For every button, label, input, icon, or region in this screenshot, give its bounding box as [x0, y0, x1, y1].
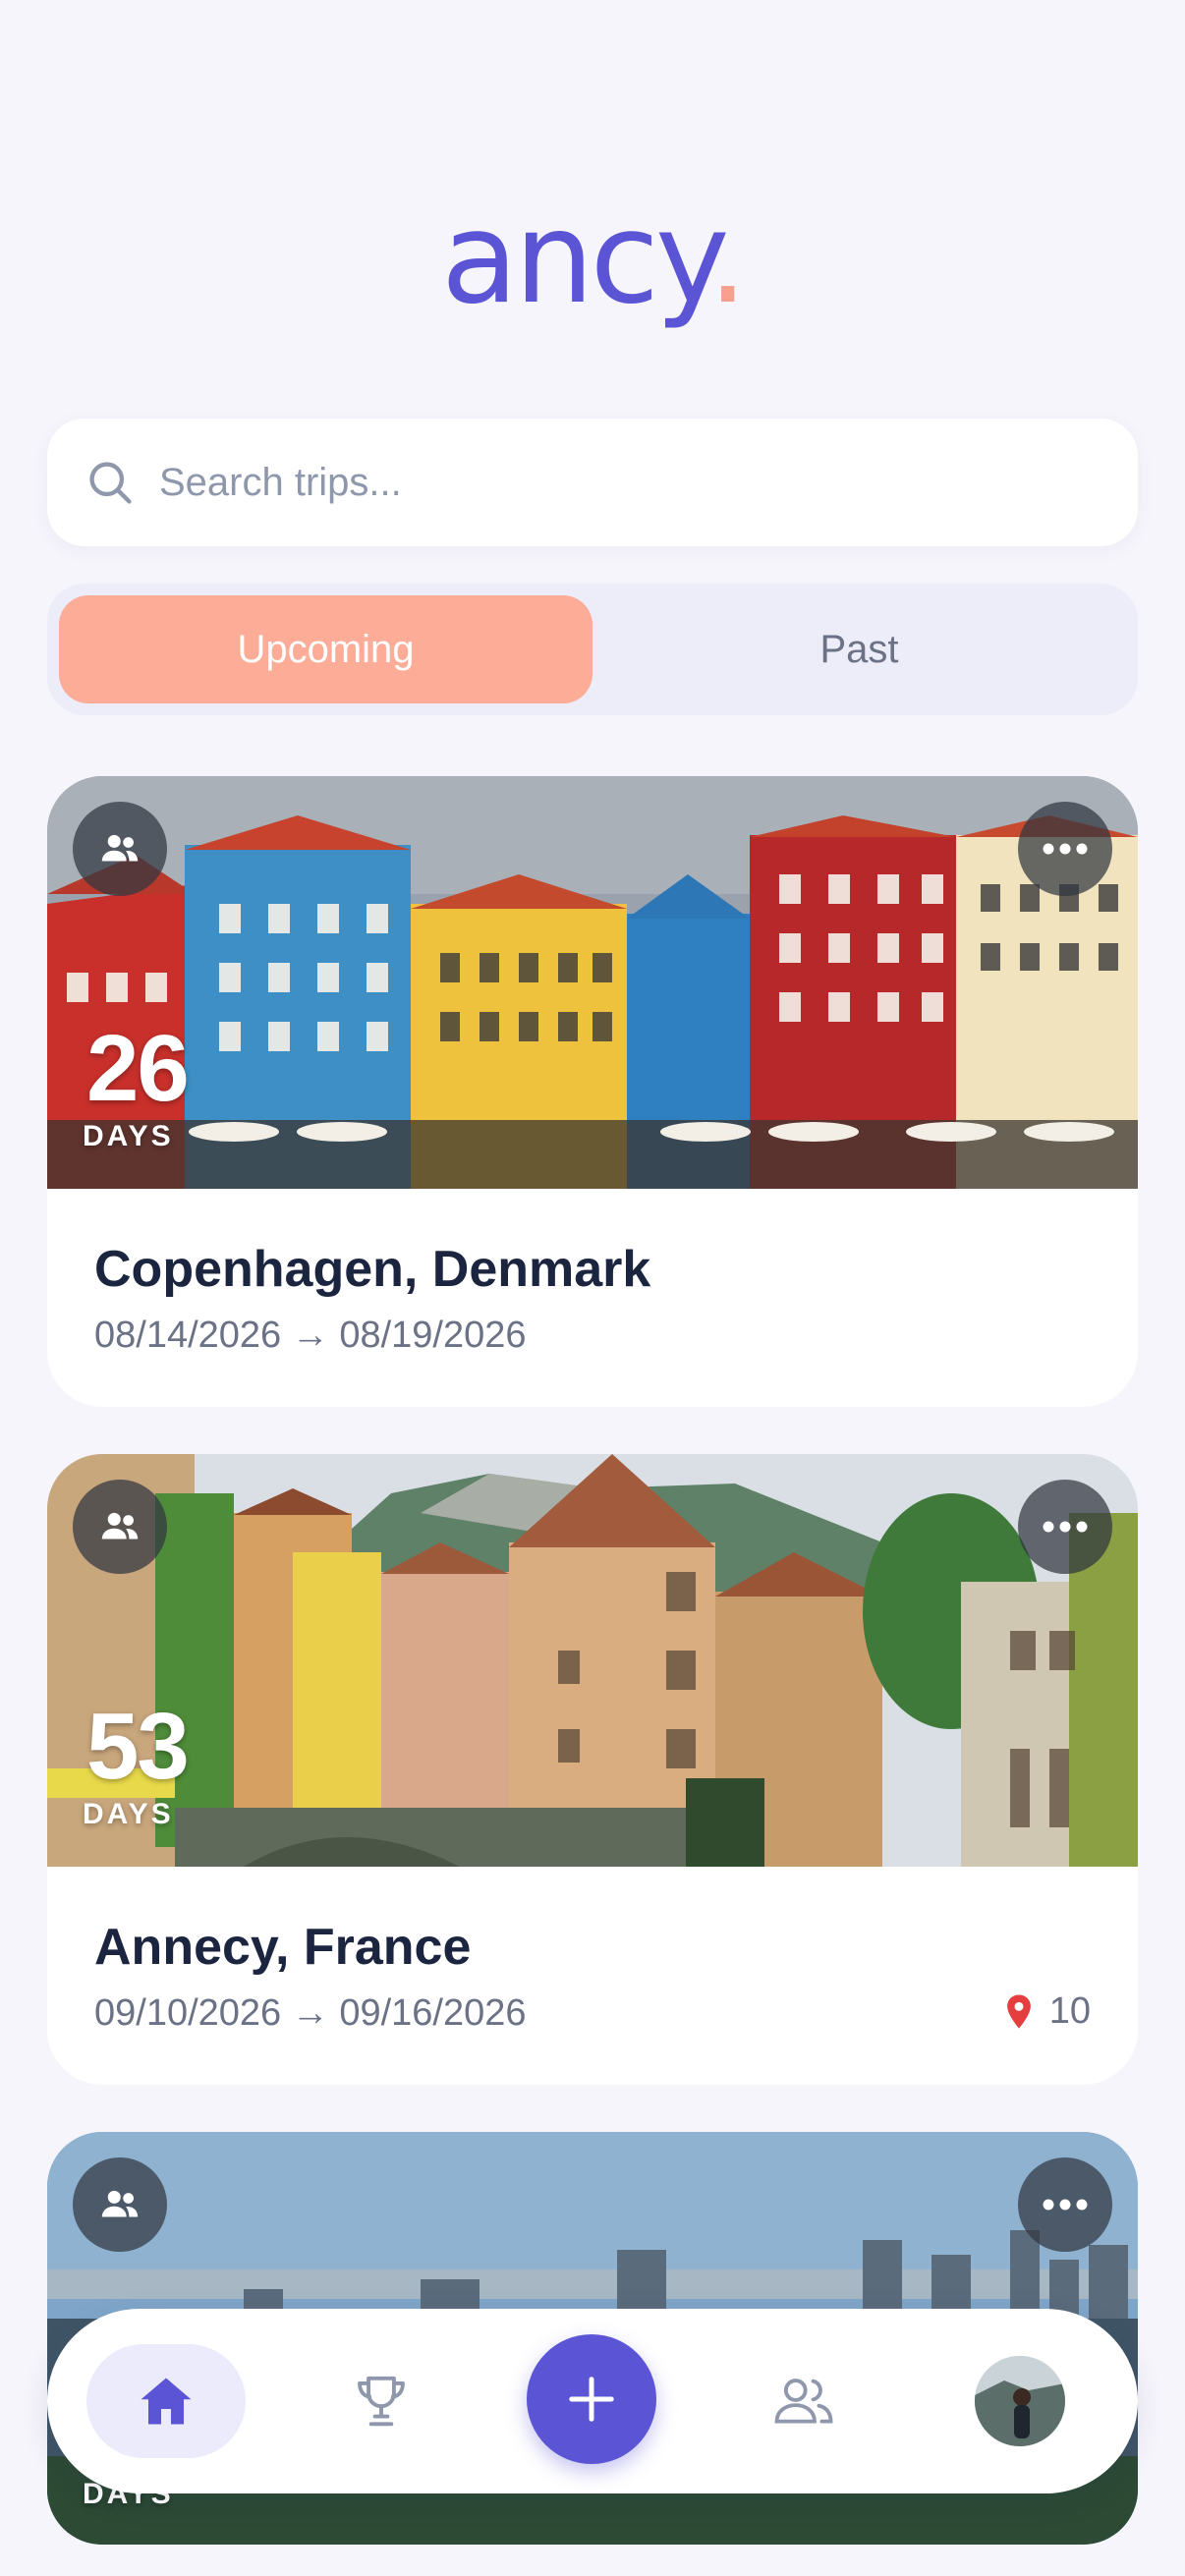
- map-pin-icon: [1006, 1994, 1031, 2029]
- trip-details: Annecy, France 09/10/2026 → 09/16/2026 1…: [47, 1867, 1138, 2085]
- group-button[interactable]: [73, 1480, 167, 1574]
- trip-dates: 08/14/2026 → 08/19/2026: [94, 1315, 527, 1357]
- add-trip-button[interactable]: [527, 2334, 656, 2464]
- trip-card-copenhagen[interactable]: 26 DAYS Copenhagen, Denmark 08/14/2026 →…: [47, 776, 1138, 1407]
- places-count-value: 10: [1048, 1990, 1091, 2032]
- nav-home[interactable]: [86, 2344, 246, 2458]
- nav-profile-avatar[interactable]: [975, 2356, 1065, 2446]
- app-logo: ancy.: [0, 196, 1185, 322]
- search-bar[interactable]: [47, 419, 1138, 546]
- nav-friends[interactable]: [755, 2352, 853, 2450]
- home-icon: [141, 2378, 192, 2425]
- trip-photo: 53 DAYS: [47, 1454, 1138, 1867]
- trip-end-date: 08/19/2026: [339, 1315, 527, 1356]
- places-count: 10: [1004, 1990, 1091, 2033]
- nav-achievements[interactable]: [332, 2352, 430, 2450]
- date-arrow: →: [291, 1992, 329, 2034]
- trophy-icon: [358, 2376, 405, 2427]
- trip-start-date: 08/14/2026: [94, 1315, 282, 1356]
- more-options-button[interactable]: [1018, 2157, 1112, 2252]
- more-options-button[interactable]: [1018, 802, 1112, 896]
- date-arrow: →: [291, 1315, 329, 1356]
- days-until-count: 26: [86, 1016, 190, 1121]
- trip-photo: 26 DAYS: [47, 776, 1138, 1189]
- more-icon: [1043, 843, 1088, 855]
- days-until-label: DAYS: [83, 1798, 174, 1830]
- group-icon: [101, 834, 139, 862]
- trip-title: Copenhagen, Denmark: [94, 1241, 651, 1298]
- copenhagen-photo: [47, 776, 1138, 1189]
- trip-dates: 09/10/2026 → 09/16/2026: [94, 1992, 527, 2035]
- trip-details: Copenhagen, Denmark 08/14/2026 → 08/19/2…: [47, 1189, 1138, 1407]
- trip-start-date: 09/10/2026: [94, 1992, 282, 2034]
- group-icon: [101, 2190, 139, 2217]
- days-until-label: DAYS: [83, 1120, 174, 1152]
- trip-title: Annecy, France: [94, 1919, 472, 1976]
- plus-icon: [569, 2377, 614, 2422]
- trip-end-date: 09/16/2026: [339, 1992, 527, 2034]
- trip-card-annecy[interactable]: 53 DAYS Annecy, France 09/10/2026 → 09/1…: [47, 1454, 1138, 2085]
- logo-text: ancy: [440, 186, 711, 332]
- more-icon: [1043, 1521, 1088, 1533]
- tab-past[interactable]: Past: [592, 595, 1126, 703]
- friends-icon: [774, 2379, 833, 2424]
- search-icon: [89, 462, 132, 504]
- group-button[interactable]: [73, 802, 167, 896]
- search-input[interactable]: [159, 460, 1044, 505]
- trip-tabs: Upcoming Past: [47, 584, 1138, 715]
- logo-dot: .: [707, 186, 748, 332]
- more-options-button[interactable]: [1018, 1480, 1112, 1574]
- days-until-count: 53: [86, 1694, 190, 1799]
- avatar: [975, 2356, 1065, 2446]
- group-icon: [101, 1512, 139, 1540]
- more-icon: [1043, 2199, 1088, 2211]
- bottom-navigation: [47, 2309, 1138, 2493]
- annecy-photo: [47, 1454, 1138, 1867]
- tab-upcoming[interactable]: Upcoming: [59, 595, 592, 703]
- group-button[interactable]: [73, 2157, 167, 2252]
- trips-screen: ancy. Upcoming Past: [0, 0, 1185, 2576]
